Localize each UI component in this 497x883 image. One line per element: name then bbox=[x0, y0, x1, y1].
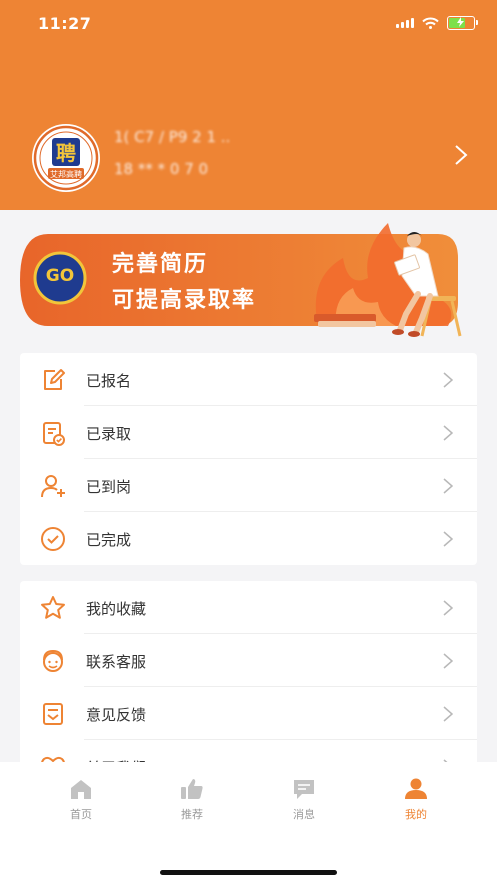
banner-line2: 可提高录取率 bbox=[112, 288, 257, 313]
status-bar: 11:27 bbox=[0, 0, 497, 48]
edit-icon bbox=[44, 369, 65, 390]
menu-item-label: 已完成 bbox=[86, 531, 132, 549]
thumbs-up-icon bbox=[181, 779, 203, 799]
feedback-icon bbox=[43, 703, 63, 725]
banner-line1: 完善简历 bbox=[112, 252, 209, 277]
application-status-menu: 已报名 已录取 已到岗 已完成 bbox=[20, 353, 477, 565]
home-icon bbox=[71, 780, 91, 799]
menu-item-favorites[interactable]: 我的收藏 bbox=[20, 581, 477, 634]
chevron-right-icon bbox=[443, 478, 453, 494]
banner-artwork bbox=[20, 223, 462, 337]
company-logo: 聘 艾邦高聘 bbox=[33, 125, 99, 191]
user-phone: 18 ** * 0 7 0 bbox=[114, 160, 209, 178]
profile-header: 11:27 聘 艾邦高聘 1(C7 / P9 2 1 .. 18 ** * 0… bbox=[0, 0, 497, 210]
tab-label: 我的 bbox=[405, 808, 427, 821]
person-icon bbox=[405, 778, 427, 799]
tab-label: 首页 bbox=[70, 808, 92, 821]
tab-label: 消息 bbox=[293, 808, 315, 821]
menu-item-label: 已到岗 bbox=[86, 478, 132, 496]
customer-service-icon bbox=[43, 649, 63, 672]
status-time: 11:27 bbox=[38, 14, 92, 33]
logo-caption: 艾邦高聘 bbox=[50, 169, 82, 179]
chevron-right-icon bbox=[443, 425, 453, 441]
user-name: 1( C7 / P9 2 1 .. bbox=[114, 128, 231, 146]
menu-item-signed-up[interactable]: 已报名 bbox=[20, 353, 477, 406]
logo-glyph: 聘 bbox=[56, 141, 76, 165]
home-indicator bbox=[160, 870, 337, 875]
menu-item-label: 我的收藏 bbox=[86, 600, 147, 618]
chevron-right-icon bbox=[443, 372, 453, 388]
menu-item-label: 已录取 bbox=[86, 425, 132, 443]
avatar[interactable]: 聘 艾邦高聘 bbox=[32, 124, 100, 192]
menu-item-customer-service[interactable]: 联系客服 bbox=[20, 634, 477, 687]
message-icon bbox=[294, 780, 314, 799]
bottom-tab-bar: 首页 推荐 消息 我的 bbox=[0, 762, 497, 883]
menu-item-completed[interactable]: 已完成 bbox=[20, 512, 477, 565]
chevron-right-icon bbox=[455, 145, 468, 165]
tab-home[interactable]: 首页 bbox=[51, 778, 111, 822]
menu-item-label: 已报名 bbox=[86, 372, 132, 390]
document-check-icon bbox=[43, 422, 65, 446]
check-circle-icon bbox=[41, 527, 65, 551]
menu-item-on-duty[interactable]: 已到岗 bbox=[20, 459, 477, 512]
chevron-right-icon bbox=[443, 653, 453, 669]
signal-icon bbox=[396, 18, 414, 28]
chevron-right-icon bbox=[443, 600, 453, 616]
go-button[interactable]: GO bbox=[42, 266, 78, 286]
star-icon bbox=[41, 596, 65, 619]
complete-resume-banner[interactable]: GO 完善简历 可提高录取率 bbox=[18, 218, 478, 338]
wifi-icon bbox=[422, 17, 439, 29]
user-add-icon bbox=[41, 475, 65, 498]
menu-item-feedback[interactable]: 意见反馈 bbox=[20, 687, 477, 740]
tab-messages[interactable]: 消息 bbox=[274, 778, 334, 822]
menu-item-label: 意见反馈 bbox=[86, 706, 147, 724]
more-menu: 我的收藏 联系客服 意见反馈 关于我们 bbox=[20, 581, 477, 781]
chevron-right-icon bbox=[443, 531, 453, 547]
battery-icon bbox=[447, 16, 478, 30]
tab-mine[interactable]: 我的 bbox=[386, 778, 446, 822]
tab-label: 推荐 bbox=[181, 808, 203, 821]
profile-summary[interactable]: 聘 艾邦高聘 1( C7 / P9 2 1 .. 18 ** * 0 7 0 bbox=[30, 124, 470, 192]
menu-item-admitted[interactable]: 已录取 bbox=[20, 406, 477, 459]
chevron-right-icon bbox=[443, 706, 453, 722]
menu-item-label: 联系客服 bbox=[86, 653, 147, 671]
tab-recommend[interactable]: 推荐 bbox=[162, 778, 222, 822]
